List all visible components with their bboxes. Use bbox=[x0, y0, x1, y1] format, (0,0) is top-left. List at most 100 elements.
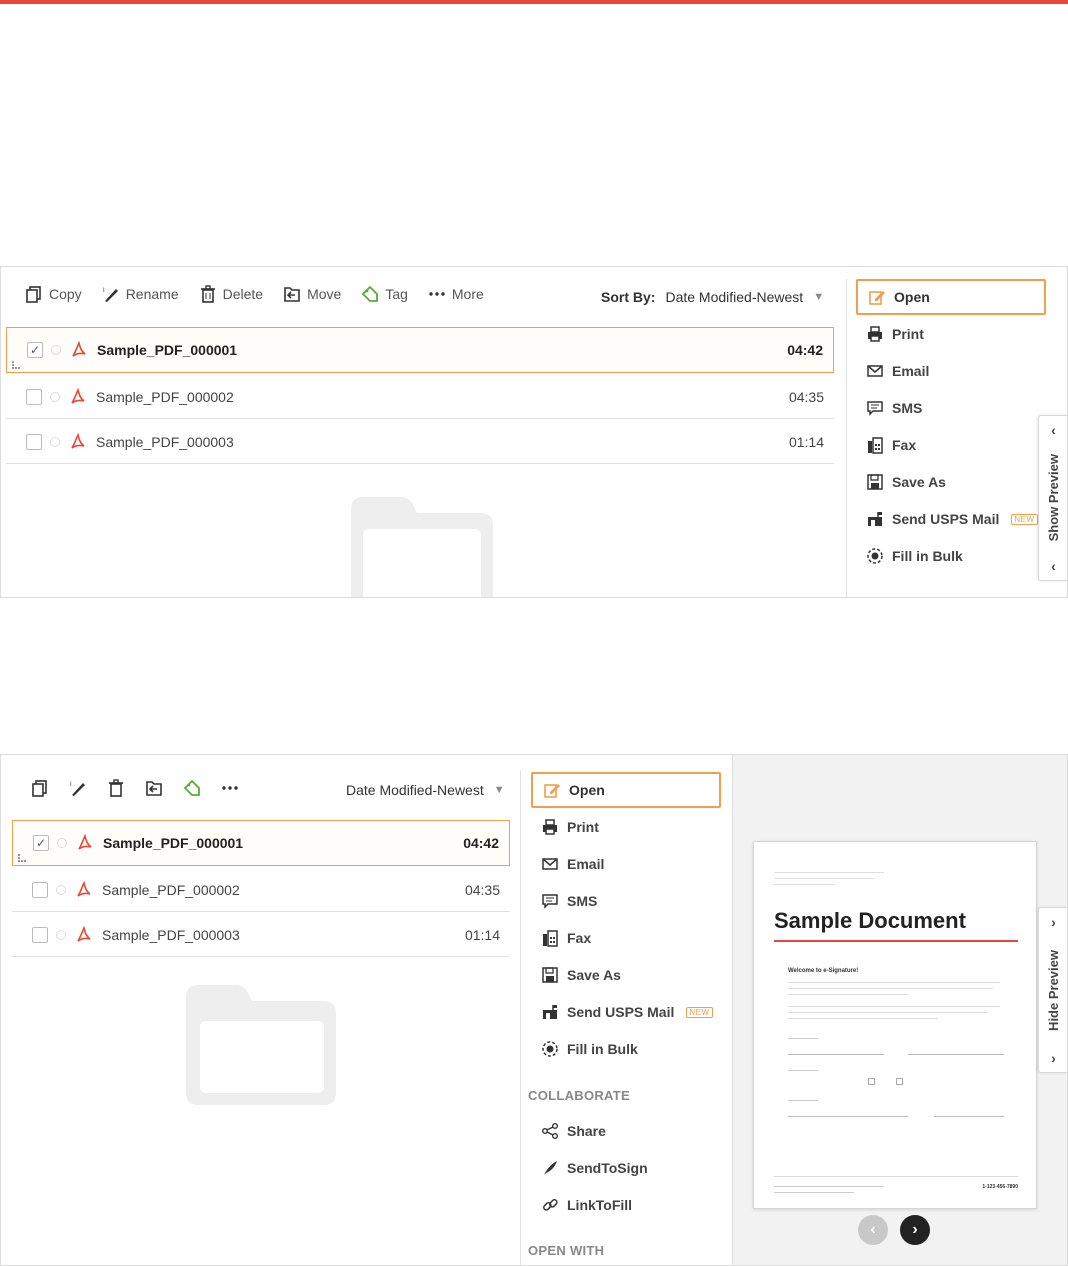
fill-in-bulk-button[interactable]: Fill in Bulk bbox=[541, 1040, 638, 1058]
file-row-2[interactable]: Sample_PDF_000002 04:35 bbox=[6, 375, 834, 419]
svg-text:I: I bbox=[103, 288, 105, 294]
email-button[interactable]: Email bbox=[866, 362, 929, 380]
print-button[interactable]: Print bbox=[541, 818, 599, 836]
title-underline bbox=[774, 940, 1018, 942]
next-page-button[interactable]: › bbox=[900, 1215, 930, 1245]
pdf-icon bbox=[71, 432, 85, 449]
copy-button[interactable] bbox=[31, 779, 49, 797]
chevron-left-icon: ‹ bbox=[1051, 557, 1056, 574]
row-radio[interactable] bbox=[51, 345, 61, 355]
share-icon bbox=[542, 1123, 558, 1139]
tag-icon bbox=[362, 285, 379, 302]
send-usps-label: Send USPS Mail bbox=[892, 511, 1000, 527]
move-button[interactable]: Move bbox=[283, 285, 341, 303]
drag-handle-icon[interactable] bbox=[11, 360, 21, 370]
hide-preview-tab[interactable]: › Hide Preview › bbox=[1038, 907, 1067, 1073]
save-as-button[interactable]: Save As bbox=[541, 966, 621, 984]
chevron-left-icon: ‹ bbox=[870, 1221, 876, 1238]
sort-control[interactable]: Sort By: Date Modified-Newest ▼ bbox=[601, 289, 824, 305]
delete-button[interactable]: Delete bbox=[199, 285, 263, 303]
drag-handle-icon[interactable] bbox=[17, 853, 27, 863]
row-checkbox[interactable] bbox=[32, 926, 48, 943]
fill-in-bulk-label: Fill in Bulk bbox=[567, 1041, 638, 1057]
email-button[interactable]: Email bbox=[541, 855, 604, 873]
send-usps-mail-button[interactable]: Send USPS Mail NEW bbox=[541, 1003, 713, 1021]
share-button[interactable]: Share bbox=[541, 1122, 606, 1140]
more-button[interactable] bbox=[221, 779, 239, 797]
floppy-disk-icon bbox=[542, 967, 558, 983]
row-checkbox[interactable]: ✓ bbox=[27, 342, 43, 358]
doc-checkbox bbox=[868, 1078, 875, 1085]
link-to-fill-button[interactable]: LinkToFill bbox=[541, 1196, 632, 1214]
row-checkbox[interactable] bbox=[32, 881, 48, 898]
more-button[interactable]: More bbox=[428, 285, 484, 303]
sms-button[interactable]: SMS bbox=[541, 892, 597, 910]
sms-button[interactable]: SMS bbox=[866, 399, 922, 417]
document-thumbnail[interactable]: Sample Document Welcome to e-Signature! … bbox=[753, 841, 1037, 1209]
envelope-icon bbox=[867, 365, 883, 377]
tag-button[interactable] bbox=[183, 779, 201, 797]
print-button[interactable]: Print bbox=[866, 325, 924, 343]
file-name: Sample_PDF_000001 bbox=[97, 342, 238, 358]
fax-button[interactable]: Fax bbox=[541, 929, 591, 947]
row-checkbox[interactable] bbox=[26, 433, 42, 450]
rename-label: Rename bbox=[125, 286, 179, 302]
copy-button[interactable]: Copy bbox=[25, 285, 82, 303]
panel-divider bbox=[520, 771, 521, 1265]
row-radio[interactable] bbox=[57, 838, 67, 848]
send-usps-mail-button[interactable]: Send USPS Mail NEW bbox=[866, 510, 1038, 528]
chevron-right-icon: › bbox=[912, 1221, 918, 1238]
send-to-sign-button[interactable]: SendToSign bbox=[541, 1159, 648, 1177]
share-label: Share bbox=[567, 1123, 606, 1139]
intro-line bbox=[774, 878, 874, 879]
tag-button[interactable]: Tag bbox=[361, 285, 408, 303]
body-line bbox=[788, 994, 908, 995]
edit-icon bbox=[869, 291, 885, 305]
open-button[interactable]: Open bbox=[856, 279, 1046, 315]
footer-line bbox=[774, 1192, 854, 1193]
pdf-icon bbox=[71, 387, 85, 404]
mailbox-icon bbox=[868, 512, 882, 526]
send-to-sign-label: SendToSign bbox=[567, 1160, 648, 1176]
chevron-left-icon: ‹ bbox=[1051, 422, 1056, 438]
file-row-1[interactable]: ✓ Sample_PDF_000001 04:42 bbox=[12, 820, 510, 866]
row-checkbox[interactable] bbox=[26, 388, 42, 405]
document-heading: Welcome to e-Signature! bbox=[788, 968, 859, 974]
file-row-3[interactable]: Sample_PDF_000003 01:14 bbox=[12, 913, 510, 957]
mailbox-icon bbox=[543, 1005, 557, 1019]
row-checkbox[interactable]: ✓ bbox=[33, 835, 49, 851]
envelope-icon bbox=[542, 858, 558, 870]
body-line bbox=[788, 1006, 1000, 1007]
email-label: Email bbox=[567, 856, 605, 872]
fax-button[interactable]: Fax bbox=[866, 436, 916, 454]
open-with-heading: OPEN WITH bbox=[528, 1243, 605, 1258]
copy-label: Copy bbox=[49, 286, 82, 302]
open-button[interactable]: Open bbox=[531, 772, 721, 808]
rename-button[interactable]: I bbox=[69, 779, 87, 797]
file-time: 04:42 bbox=[787, 342, 823, 358]
show-preview-tab[interactable]: ‹ Show Preview ‹ bbox=[1038, 415, 1067, 581]
row-radio[interactable] bbox=[56, 929, 66, 940]
bulk-fill-icon bbox=[542, 1041, 558, 1057]
fill-in-bulk-button[interactable]: Fill in Bulk bbox=[866, 547, 963, 565]
compact-toolbar: I bbox=[31, 779, 239, 797]
row-radio[interactable] bbox=[50, 436, 60, 447]
panel-divider bbox=[846, 279, 847, 597]
file-row-2[interactable]: Sample_PDF_000002 04:35 bbox=[12, 868, 510, 912]
body-line bbox=[788, 1012, 988, 1013]
save-as-button[interactable]: Save As bbox=[866, 473, 946, 491]
trash-icon bbox=[109, 779, 123, 797]
row-radio[interactable] bbox=[56, 884, 66, 895]
delete-button[interactable] bbox=[107, 779, 125, 797]
row-radio[interactable] bbox=[50, 391, 60, 402]
file-row-1[interactable]: ✓ Sample_PDF_000001 04:42 bbox=[6, 327, 834, 373]
move-button[interactable] bbox=[145, 779, 163, 797]
print-label: Print bbox=[567, 819, 599, 835]
intro-line bbox=[774, 872, 884, 873]
text-field-line bbox=[788, 1054, 884, 1055]
file-row-3[interactable]: Sample_PDF_000003 01:14 bbox=[6, 420, 834, 464]
previous-page-button[interactable]: ‹ bbox=[858, 1215, 888, 1245]
signature-line bbox=[788, 1116, 908, 1117]
sort-control[interactable]: Date Modified-Newest ▼ bbox=[346, 782, 505, 798]
rename-button[interactable]: I Rename bbox=[102, 285, 179, 303]
